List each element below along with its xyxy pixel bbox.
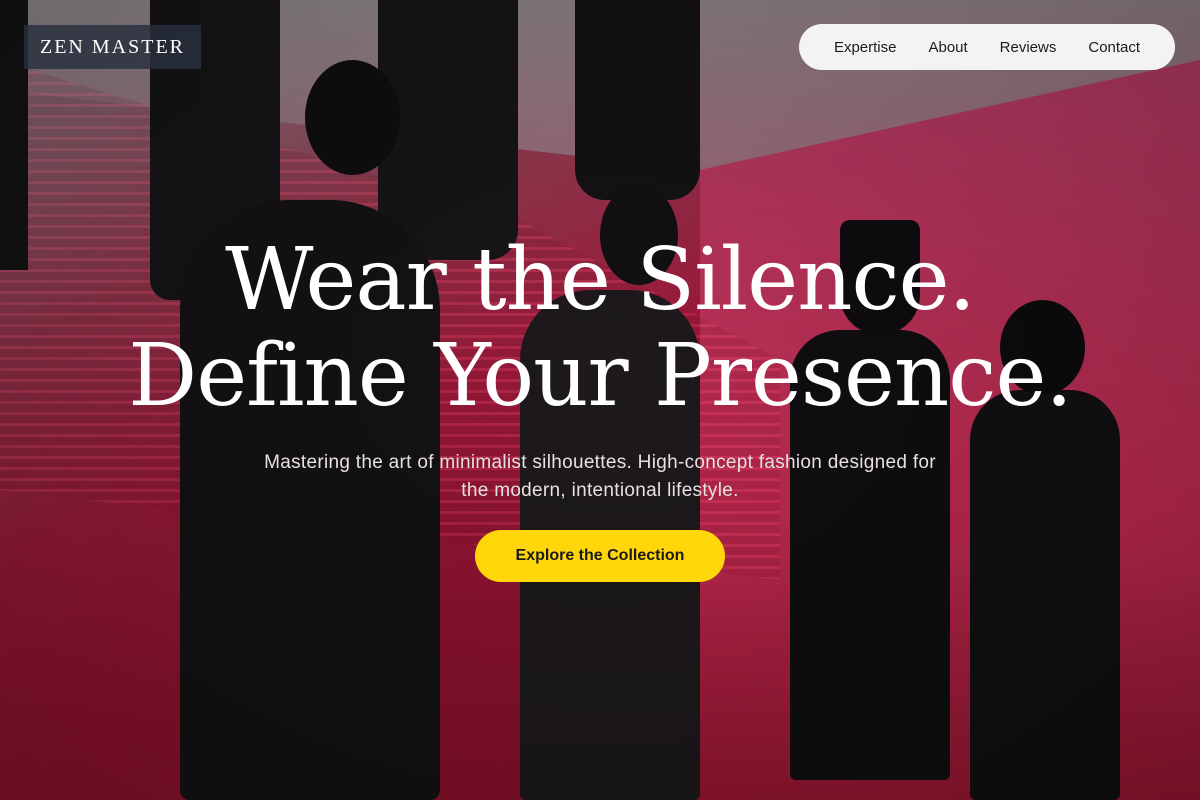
brand-logo[interactable]: ZEN MASTER — [24, 25, 201, 69]
hero-headline: Wear the Silence. Define Your Presence. — [0, 232, 1200, 424]
nav-item-about[interactable]: About — [928, 39, 967, 56]
nav-item-expertise[interactable]: Expertise — [834, 39, 897, 56]
explore-collection-button[interactable]: Explore the Collection — [475, 530, 725, 582]
hero-section: ZEN MASTER Expertise About Reviews Conta… — [0, 0, 1200, 800]
nav-item-contact[interactable]: Contact — [1088, 39, 1140, 56]
hero-headline-line1: Wear the Silence. — [225, 230, 976, 330]
hero-headline-line2: Define Your Presence. — [128, 326, 1072, 426]
main-nav: Expertise About Reviews Contact — [799, 24, 1175, 70]
hero-subtitle: Mastering the art of minimalist silhouet… — [264, 452, 936, 501]
nav-item-reviews[interactable]: Reviews — [1000, 39, 1057, 56]
